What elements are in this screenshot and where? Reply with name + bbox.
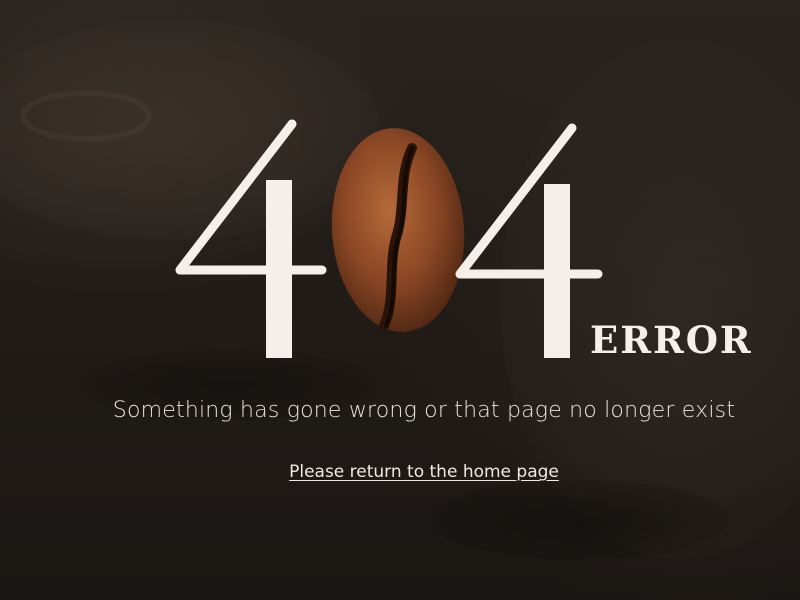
digit-four-left bbox=[175, 119, 327, 358]
error-message: Something has gone wrong or that page no… bbox=[112, 398, 736, 423]
coffee-bean-icon bbox=[331, 128, 465, 332]
digit-four-right bbox=[455, 123, 603, 358]
home-page-link[interactable]: Please return to the home page bbox=[0, 462, 800, 482]
error-label: ERROR bbox=[590, 318, 753, 362]
